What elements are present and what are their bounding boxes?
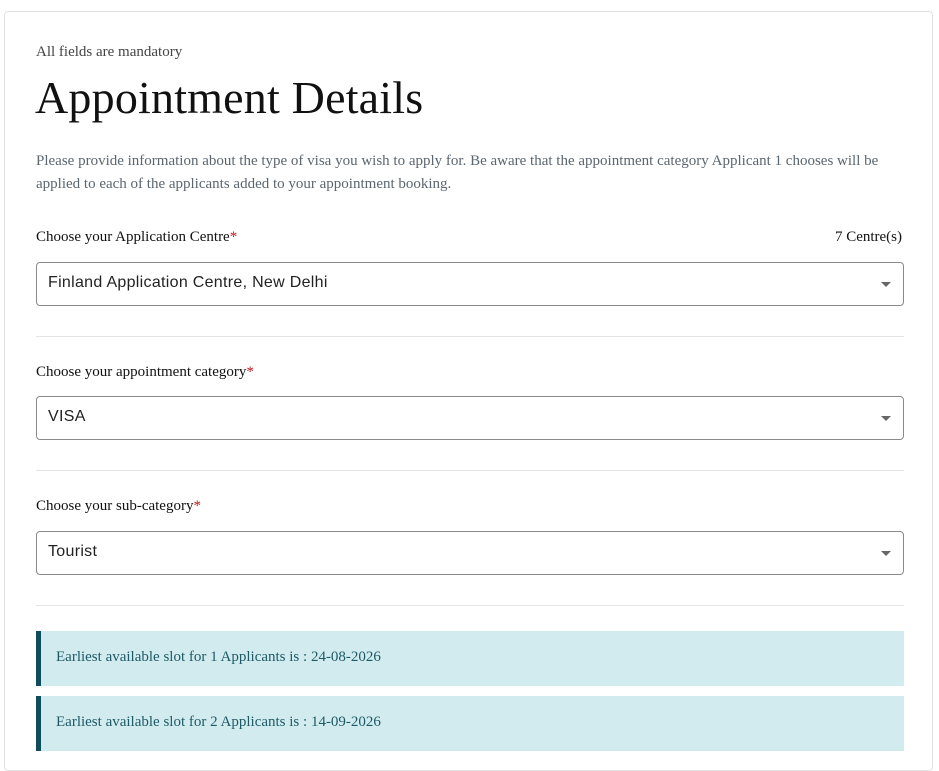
page-title: Appointment Details <box>35 72 424 123</box>
subcategory-label-text: Choose your sub-category <box>36 498 194 514</box>
subcategory-label: Choose your sub-category* <box>36 498 201 515</box>
section-divider <box>36 605 904 606</box>
section-divider <box>36 336 904 337</box>
section-divider <box>36 470 904 471</box>
required-mark: * <box>229 229 238 245</box>
centre-count: 7 Centre(s) <box>834 229 902 245</box>
application-centre-value: Finland Application Centre, New Delhi <box>48 274 328 291</box>
mandatory-note: All fields are mandatory <box>36 44 183 60</box>
chevron-down-icon <box>881 282 891 287</box>
earliest-slot-text: Earliest available slot for 2 Applicants… <box>56 714 381 730</box>
centre-label-text: Choose your Application Centre <box>36 229 230 245</box>
appointment-details-card: All fields are mandatory Appointment Det… <box>4 11 933 771</box>
earliest-slot-alert: Earliest available slot for 1 Applicants… <box>36 631 904 686</box>
earliest-slot-text: Earliest available slot for 1 Applicants… <box>56 649 381 665</box>
required-mark: * <box>193 498 201 514</box>
centre-label: Choose your Application Centre* <box>36 229 237 246</box>
chevron-down-icon <box>881 551 891 556</box>
required-mark: * <box>246 364 254 380</box>
earliest-slot-alert: Earliest available slot for 2 Applicants… <box>36 696 904 751</box>
appointment-category-value: VISA <box>48 408 86 425</box>
chevron-down-icon <box>881 416 891 421</box>
category-label-text: Choose your appointment category <box>36 364 247 380</box>
sub-category-select[interactable]: Tourist <box>36 531 904 575</box>
application-centre-select[interactable]: Finland Application Centre, New Delhi <box>36 262 904 306</box>
intro-text: Please provide information about the typ… <box>36 153 879 192</box>
appointment-category-select[interactable]: VISA <box>36 396 904 440</box>
category-label: Choose your appointment category* <box>36 364 254 381</box>
sub-category-value: Tourist <box>48 543 98 560</box>
